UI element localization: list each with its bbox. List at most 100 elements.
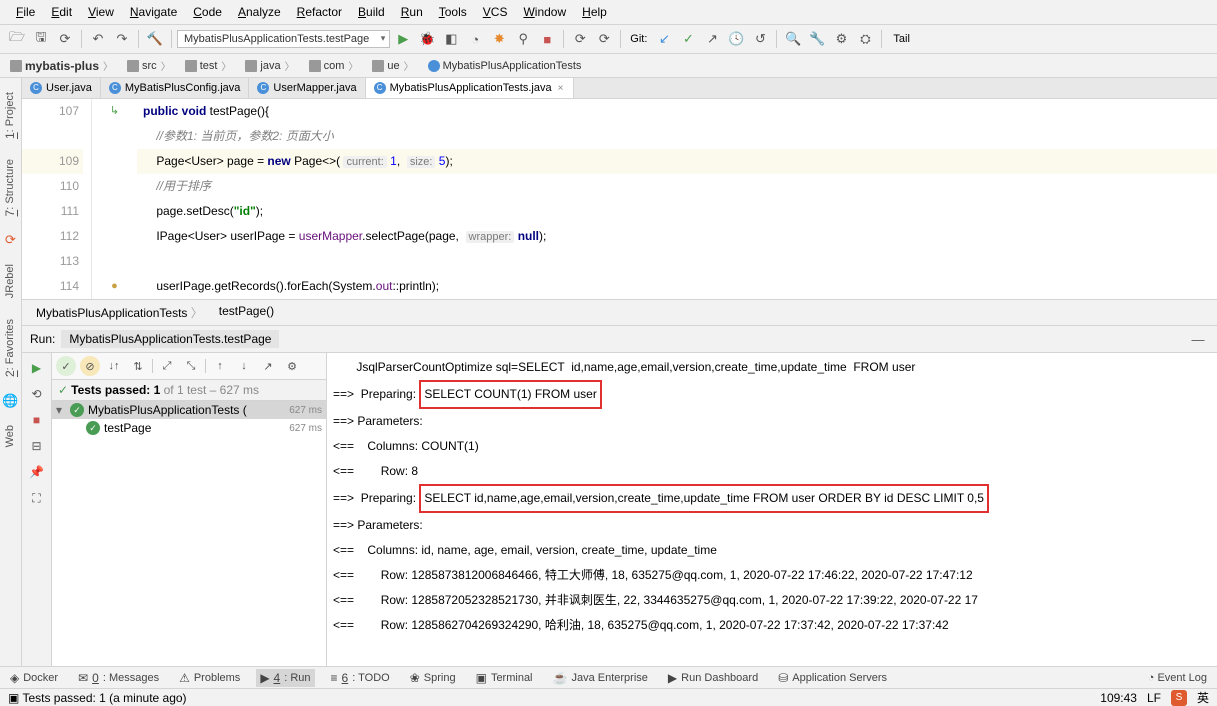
wrench-icon[interactable]: 🔧	[806, 28, 828, 50]
vcs-commit-icon[interactable]: ✓	[677, 28, 699, 50]
breadcrumb-com[interactable]: com	[305, 56, 367, 75]
tests-summary: ✓ Tests passed: 1 of 1 test – 627 ms	[52, 380, 326, 401]
pin-icon[interactable]: 📌	[26, 461, 48, 483]
bottom-tab-java-enterprise[interactable]: ☕Java Enterprise	[549, 669, 652, 687]
rerun-icon[interactable]: ▶	[26, 357, 48, 379]
jrebel-tab[interactable]: JRebel	[2, 260, 20, 302]
bottom-tab----todo[interactable]: ≡6: TODO	[327, 669, 394, 687]
web-tab-icon[interactable]: 🌐	[2, 393, 18, 409]
bottom-tab-docker[interactable]: ◈Docker	[6, 669, 62, 687]
breadcrumb-mybatis-plus[interactable]: mybatis-plus	[6, 56, 121, 75]
test-node[interactable]: ✓testPage627 ms	[52, 419, 326, 437]
crumb-item[interactable]: MybatisPlusApplicationTests	[30, 302, 209, 323]
jrebel-tab-icon[interactable]: ⟳	[5, 232, 16, 248]
bottom-tab-spring[interactable]: ❀Spring	[406, 669, 460, 687]
ime-badge[interactable]: S	[1171, 690, 1187, 706]
settings-icon[interactable]: ⚙	[830, 28, 852, 50]
export-icon[interactable]: ↗	[258, 356, 278, 376]
vcs-push-icon[interactable]: ↗	[701, 28, 723, 50]
code-editor[interactable]: 107109110111112113114 ↳● public void tes…	[22, 99, 1217, 299]
tab-mybatisplusconfig-java[interactable]: CMyBatisPlusConfig.java	[101, 78, 250, 98]
rest-icon[interactable]: ⛭	[854, 28, 876, 50]
crumb-item[interactable]: testPage()	[213, 302, 280, 323]
tab-icon: ☕	[553, 671, 568, 685]
code-area[interactable]: public void testPage(){ //参数1: 当前页，参数2: …	[137, 99, 1217, 299]
jrebel-icon[interactable]: ⟳	[569, 28, 591, 50]
dump-icon[interactable]: ⊟	[26, 435, 48, 457]
save-icon[interactable]: 🖫	[30, 28, 52, 50]
expand-icon[interactable]: ⤢	[157, 356, 177, 376]
toggle-auto-icon[interactable]: ⟲	[26, 383, 48, 405]
run-config-selector[interactable]: MybatisPlusApplicationTests.testPage	[177, 30, 390, 48]
menu-vcs[interactable]: VCS	[475, 2, 516, 22]
build-icon[interactable]: 🔨	[144, 28, 166, 50]
event-log-tab[interactable]: ◔ Event Log	[1144, 670, 1211, 686]
console-line: JsqlParserCountOptimize sql=SELECT id,na…	[333, 355, 1211, 380]
bottom-tab-run-dashboard[interactable]: ▶Run Dashboard	[664, 669, 762, 687]
bottom-tab----messages[interactable]: ✉0: Messages	[74, 669, 163, 687]
tab-user-java[interactable]: CUser.java	[22, 78, 101, 98]
run-tab[interactable]: MybatisPlusApplicationTests.testPage	[61, 330, 279, 348]
sort-icon[interactable]: ↓↑	[104, 356, 124, 376]
web-tab[interactable]: Web	[2, 421, 20, 451]
tab-usermapper-java[interactable]: CUserMapper.java	[249, 78, 365, 98]
bottom-tab-terminal[interactable]: ▣Terminal	[472, 669, 537, 687]
structure-tab[interactable]: 7: Structure	[1, 155, 21, 220]
redo-icon[interactable]: ↷	[111, 28, 133, 50]
vcs-update-icon[interactable]: ↙	[653, 28, 675, 50]
project-tab[interactable]: 1: Project	[1, 88, 21, 143]
test-node[interactable]: ▾✓MybatisPlusApplicationTests (627 ms	[52, 401, 326, 419]
hotspot-icon[interactable]: ✸	[488, 28, 510, 50]
sort-alpha-icon[interactable]: ⇅	[128, 356, 148, 376]
bottom-tab-application-servers[interactable]: ⛁Application Servers	[774, 669, 891, 687]
bottom-tab-problems[interactable]: ⚠Problems	[175, 669, 244, 687]
favorites-tab[interactable]: 2: Favorites	[1, 315, 21, 381]
test-tree: ✓ ⊘ ↓↑ ⇅ ⤢ ⤡ ↑ ↓ ↗ ⚙ ✓ Tests pas	[52, 353, 327, 669]
next-icon[interactable]: ↓	[234, 356, 254, 376]
ime-label[interactable]: 英	[1197, 689, 1209, 706]
debug-icon[interactable]: 🐞	[416, 28, 438, 50]
breadcrumb-java[interactable]: java	[241, 56, 302, 75]
vcs-history-icon[interactable]: 🕓	[725, 28, 747, 50]
menu-edit[interactable]: Edit	[43, 2, 80, 22]
search-icon[interactable]: 🔍	[782, 28, 804, 50]
menu-code[interactable]: Code	[185, 2, 230, 22]
bottom-tab----run[interactable]: ▶4: Run	[256, 669, 314, 687]
stop-run-icon[interactable]: ■	[26, 409, 48, 431]
show-ignored-icon[interactable]: ⊘	[80, 356, 100, 376]
menu-help[interactable]: Help	[574, 2, 615, 22]
refresh-icon[interactable]: ⟳	[54, 28, 76, 50]
undo-icon[interactable]: ↶	[87, 28, 109, 50]
menu-navigate[interactable]: Navigate	[122, 2, 185, 22]
open-icon[interactable]: 🗁	[6, 28, 28, 50]
stop-icon[interactable]: ■	[536, 28, 558, 50]
gear-icon[interactable]: ⚙	[282, 356, 302, 376]
menu-file[interactable]: File	[8, 2, 43, 22]
hide-icon[interactable]: —	[1187, 328, 1209, 350]
menu-run[interactable]: Run	[393, 2, 431, 22]
collapse-icon[interactable]: ⤡	[181, 356, 201, 376]
vcs-rollback-icon[interactable]: ↺	[749, 28, 771, 50]
profile-icon[interactable]: ◔	[464, 28, 486, 50]
coverage-icon[interactable]: ◧	[440, 28, 462, 50]
attach-icon[interactable]: ⚲	[512, 28, 534, 50]
menu-build[interactable]: Build	[350, 2, 393, 22]
layout-icon[interactable]: ⛶	[26, 487, 48, 509]
jrebel-debug-icon[interactable]: ⟳	[593, 28, 615, 50]
breadcrumb-test[interactable]: test	[181, 56, 240, 75]
menu-window[interactable]: Window	[515, 2, 574, 22]
console-output[interactable]: JsqlParserCountOptimize sql=SELECT id,na…	[327, 353, 1217, 669]
tab-mybatisplusapplicationtests-java[interactable]: CMybatisPlusApplicationTests.java ×	[366, 78, 575, 98]
menu-analyze[interactable]: Analyze	[230, 2, 289, 22]
menu-tools[interactable]: Tools	[431, 2, 475, 22]
breadcrumb-mybatisplusapplicationtests[interactable]: MybatisPlusApplicationTests	[424, 58, 594, 74]
breadcrumb-src[interactable]: src	[123, 56, 179, 75]
prev-icon[interactable]: ↑	[210, 356, 230, 376]
show-passed-icon[interactable]: ✓	[56, 356, 76, 376]
tail-label[interactable]: Tail	[887, 33, 916, 45]
breadcrumb-ue[interactable]: ue	[368, 56, 421, 75]
close-icon[interactable]: ×	[556, 83, 566, 94]
run-icon[interactable]: ▶	[392, 28, 414, 50]
menu-refactor[interactable]: Refactor	[289, 2, 350, 22]
menu-view[interactable]: View	[80, 2, 122, 22]
